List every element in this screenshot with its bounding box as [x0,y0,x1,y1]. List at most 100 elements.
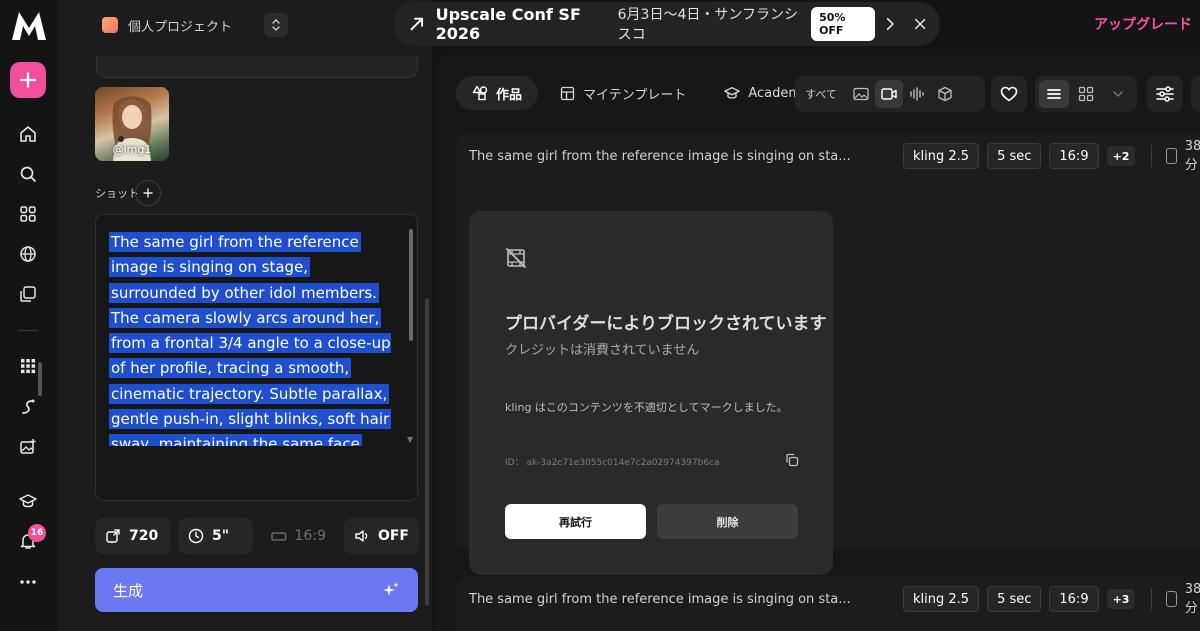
filter-audio-icon[interactable] [903,80,931,108]
generation-options: 720 5" 16:9 OFF [95,518,419,554]
video-blocked-icon [506,248,526,268]
duration-chip: 5 sec [987,143,1042,169]
prompt-scrollbar[interactable] [409,229,413,341]
job-params: kling 2.5 5 sec 16:9 +3 [903,586,1136,612]
tab-my-templates[interactable]: マイテンプレート [544,76,702,110]
request-id: ID： ak-3a2c71e3055c014e7c2a02974397b6ca [505,458,720,468]
aspect-chip: 16:9 [1049,143,1099,169]
duration-value: 5" [212,528,230,544]
chevron-down-icon[interactable] [1103,80,1133,108]
banner-title: Upscale Conf SF 2026 [435,5,581,43]
more-dots-icon[interactable] [17,571,39,593]
job-select[interactable]: 38 分 [1151,582,1200,616]
expand-arrow-icon [410,17,424,31]
filter-all-button[interactable]: すべて [795,88,847,101]
job-header: The same girl from the reference image i… [469,134,1200,178]
sound-option[interactable]: OFF [344,518,419,554]
globe-icon[interactable] [17,243,39,265]
copy-icon[interactable] [785,453,799,467]
sound-value: OFF [377,528,409,544]
app-logo[interactable] [10,10,48,42]
project-avatar [102,17,118,33]
more-params-chip[interactable]: +3 [1106,589,1136,609]
tab-my-templates-label: マイテンプレート [583,87,687,103]
apps-grid-icon[interactable] [17,203,39,225]
grid-view-icon[interactable] [1071,80,1101,108]
aspect-ratio-icon [271,532,287,541]
delete-button[interactable]: 削除 [657,504,798,539]
resolution-option[interactable]: 720 [95,518,170,554]
academy-cap-icon[interactable] [17,490,39,512]
media-type-filter: すべて [795,76,985,112]
job-time: 38 分 [1184,139,1200,173]
discount-badge: 50% OFF [811,7,876,41]
job-prompt-preview[interactable]: The same girl from the reference image i… [469,149,889,164]
prompt-selection: The same girl from the reference image i… [109,232,391,446]
rail-scrollbar[interactable] [38,362,42,396]
home-icon[interactable] [17,123,39,145]
scroll-down-arrow-icon[interactable]: ▼ [407,435,413,444]
rail-divider [18,330,38,331]
favorites-button[interactable] [991,76,1027,112]
view-mode-toggle [1035,76,1137,112]
duration-option[interactable]: 5" [178,518,253,554]
overflow-toolbar-button[interactable] [1191,76,1200,112]
aspect-chip: 16:9 [1049,586,1099,612]
upgrade-link[interactable]: アップグレード [1094,14,1192,34]
blocked-subtitle: クレジットは消費されていません [505,343,700,358]
chevron-right-icon[interactable] [885,16,896,32]
model-chip: kling 2.5 [903,143,980,169]
reference-image-label: @img1 [112,143,152,156]
generate-label: 生成 [113,581,144,600]
job-select[interactable]: 38 分 [1151,139,1200,173]
job-prompt-preview[interactable]: The same girl from the reference image i… [469,592,889,607]
generation-job: The same girl from the reference image i… [456,577,1200,631]
project-switch-button[interactable] [264,13,289,37]
more-params-chip[interactable]: +2 [1106,146,1136,166]
prompt-textarea[interactable]: The same girl from the reference image i… [95,214,418,501]
project-selector[interactable]: 個人プロジェクト [102,12,289,38]
grid-dots-icon[interactable] [17,355,39,377]
project-name: 個人プロジェクト [128,19,233,35]
create-new-button[interactable] [10,62,46,98]
library-icon[interactable] [17,283,39,305]
filter-video-icon[interactable] [875,80,903,108]
list-view-icon[interactable] [1039,80,1069,108]
divider [1151,145,1152,167]
left-rail: 16 [0,0,58,631]
close-icon[interactable] [914,17,926,31]
filter-image-icon[interactable] [847,80,875,108]
search-icon[interactable] [17,163,39,185]
add-shot-button[interactable] [135,180,161,206]
job-checkbox[interactable] [1165,591,1177,607]
chevron-updown-icon [272,19,280,31]
tab-works-label: 作品 [496,87,523,103]
job-checkbox[interactable] [1165,148,1177,164]
creation-panel: 個人プロジェクト @img1 ショット The same girl from t… [78,0,432,631]
shot-label: ショット [95,187,139,200]
results-area: 作品 マイテンプレート Academy すべて The same girl fr… [437,54,1200,631]
retry-button[interactable]: 再試行 [505,504,646,539]
prompt-text: The same girl from the reference image i… [109,230,391,446]
duration-chip: 5 sec [987,586,1042,612]
brush-icon[interactable] [17,396,39,418]
image-edit-icon[interactable] [17,436,39,458]
blocked-message: kling はこのコンテンツを不適切としてマークしました。 [505,401,788,414]
clock-icon [188,528,204,544]
aspect-ratio-option[interactable]: 16:9 [261,518,336,554]
heart-icon [1000,86,1018,102]
reference-image-thumbnail[interactable]: @img1 [95,87,169,161]
filter-settings-button[interactable] [1147,76,1183,112]
academy-cap-icon [724,87,741,99]
panel-scrollbar[interactable] [425,298,429,606]
promo-banner[interactable]: Upscale Conf SF 2026 6月3日〜4日・サンフランシスコ 50… [394,2,940,46]
generate-button[interactable]: 生成 [95,568,418,612]
banner-dates: 6月3日〜4日・サンフランシスコ [617,7,798,43]
plus-icon [143,188,153,198]
results-tabs: 作品 マイテンプレート Academy [456,76,825,110]
upload-area-edge[interactable] [96,56,418,78]
filter-3d-icon[interactable] [931,80,959,108]
model-chip: kling 2.5 [903,586,980,612]
sparkle-icon [383,582,399,596]
tab-works[interactable]: 作品 [456,76,539,110]
